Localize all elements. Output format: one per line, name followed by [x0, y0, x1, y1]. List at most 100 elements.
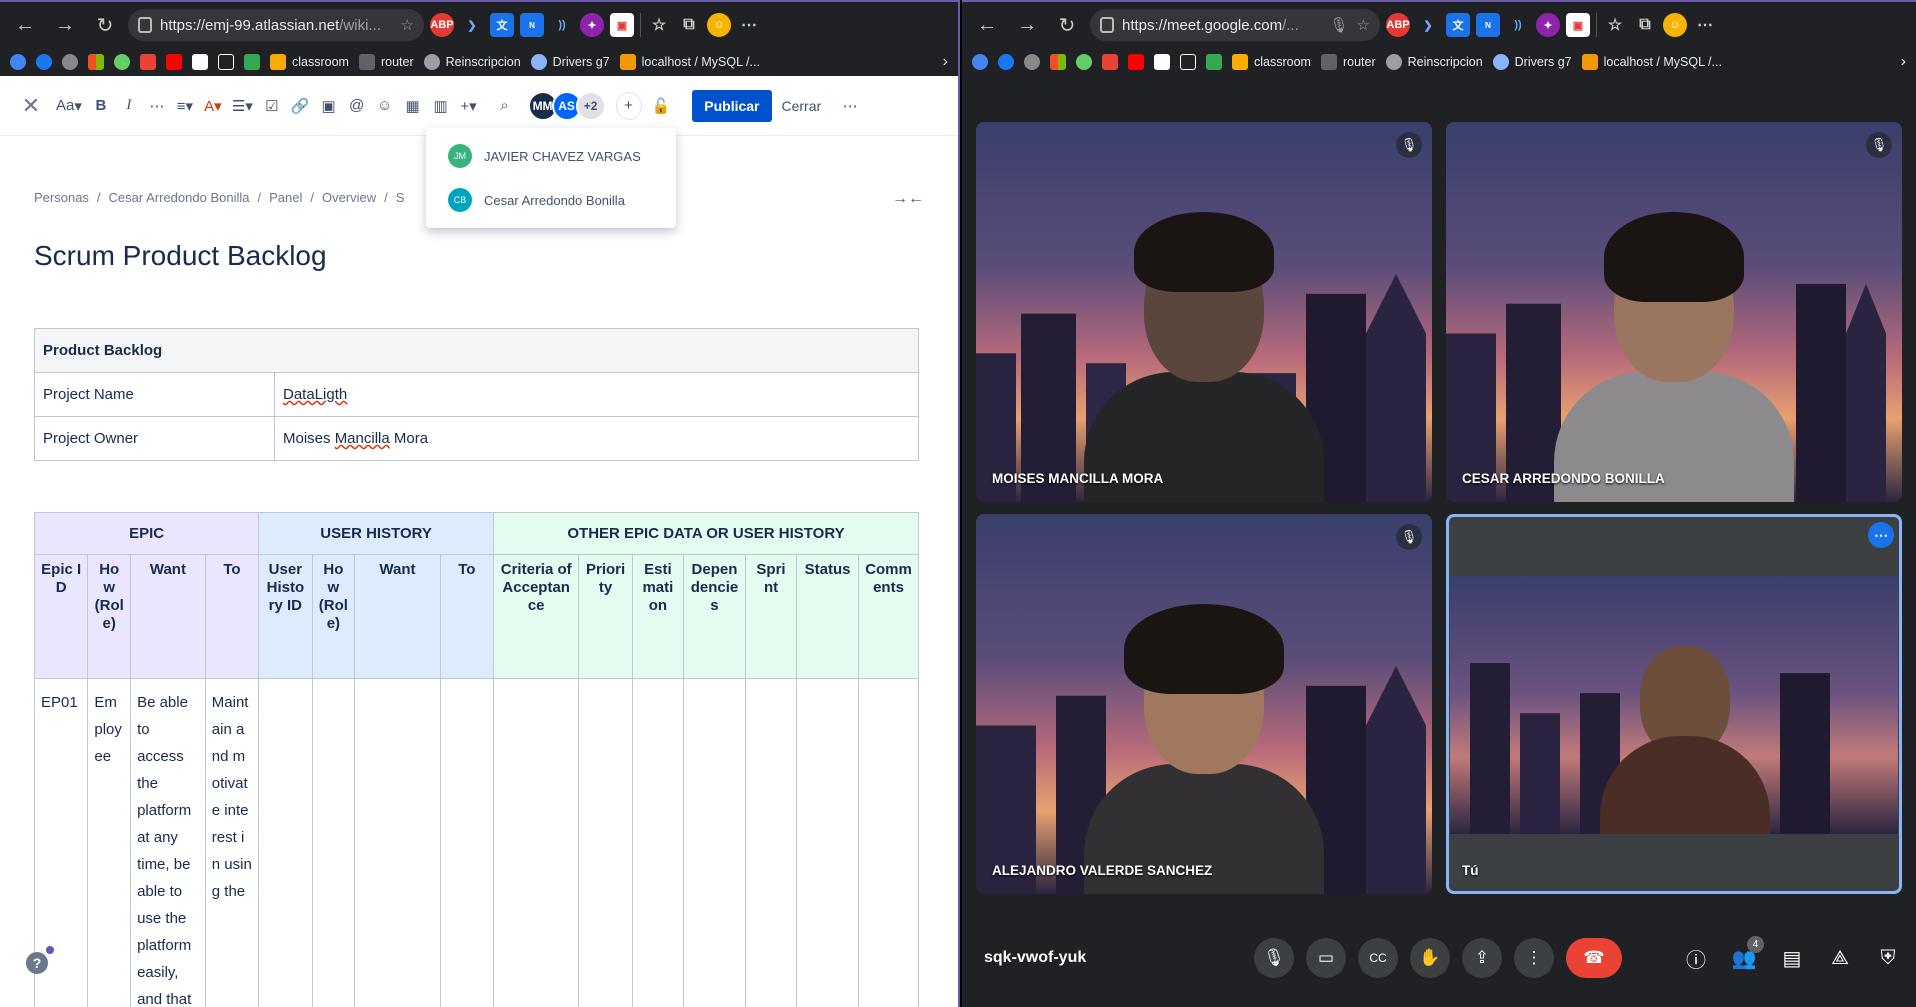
breadcrumb-link[interactable]: Cesar Arredondo Bonilla: [109, 190, 250, 205]
translate-icon[interactable]: 文: [490, 13, 514, 37]
column-header[interactable]: Estimation: [631, 554, 685, 679]
column-header[interactable]: How (Role): [87, 554, 132, 679]
forward-icon[interactable]: →: [1010, 8, 1044, 42]
table-cell[interactable]: [796, 678, 860, 1007]
participant-tile[interactable]: 🎙 ALEJANDRO VALERDE SANCHEZ: [976, 514, 1432, 894]
drive-icon[interactable]: [244, 54, 260, 70]
mention-icon[interactable]: @: [348, 92, 366, 120]
gmail-icon[interactable]: [1102, 54, 1118, 70]
column-header[interactable]: Epic ID: [33, 554, 89, 679]
info-icon[interactable]: ⓘ: [1680, 942, 1712, 974]
translate-icon[interactable]: 文: [1446, 13, 1470, 37]
google-icon[interactable]: [972, 54, 988, 70]
read-aloud-icon[interactable]: )): [1506, 13, 1530, 37]
apple-icon[interactable]: [62, 54, 78, 70]
participant-tile[interactable]: 🎙 CESAR ARREDONDO BONILLA: [1446, 122, 1902, 502]
column-header[interactable]: Comments: [858, 554, 919, 679]
emoji-icon[interactable]: ☺: [376, 92, 394, 120]
collections-icon[interactable]: ⧉: [1633, 13, 1657, 37]
read-aloud-icon[interactable]: )): [550, 13, 574, 37]
task-icon[interactable]: ☑: [263, 92, 281, 120]
back-icon[interactable]: ←: [8, 8, 42, 42]
collaborators[interactable]: MM AS +2: [527, 90, 606, 121]
table-cell[interactable]: [492, 678, 580, 1007]
google-icon[interactable]: [10, 54, 26, 70]
url-bar[interactable]: https://meet.google.com/... 🎙 ☆: [1090, 9, 1380, 41]
microsoft-icon[interactable]: [1050, 54, 1066, 70]
reload-icon[interactable]: ↻: [1050, 8, 1084, 42]
breadcrumb-link[interactable]: Panel: [269, 190, 302, 205]
table-header[interactable]: Product Backlog: [34, 328, 919, 373]
favorites-icon[interactable]: ☆: [647, 13, 671, 37]
bookmark-item[interactable]: Reinscripcion: [423, 54, 521, 70]
menu-dots-icon[interactable]: ⋯: [1693, 13, 1717, 37]
facebook-icon[interactable]: [36, 54, 52, 70]
favorites-icon[interactable]: ☆: [1603, 13, 1627, 37]
table-cell[interactable]: [858, 678, 919, 1007]
page-title[interactable]: Scrum Product Backlog: [34, 240, 327, 272]
host-controls-icon[interactable]: ⛨: [1872, 942, 1904, 974]
reload-icon[interactable]: ↻: [88, 8, 122, 42]
table-cell[interactable]: [354, 678, 441, 1007]
facebook-icon[interactable]: [998, 54, 1014, 70]
column-header[interactable]: To: [439, 554, 495, 679]
power-icon[interactable]: [192, 54, 208, 70]
table-cell[interactable]: DataLigth: [274, 372, 919, 417]
url-bar[interactable]: https://emj-99.atlassian.net/wiki... ☆: [128, 9, 424, 41]
confluence-logo-icon[interactable]: ✕: [16, 92, 46, 120]
table-cell[interactable]: [439, 678, 495, 1007]
collapse-width-icon[interactable]: →←: [892, 190, 924, 208]
microsoft-icon[interactable]: [88, 54, 104, 70]
group-header-epic[interactable]: EPIC: [33, 512, 260, 555]
column-header[interactable]: Criteria of Acceptance: [492, 554, 580, 679]
new-extension-icon[interactable]: N: [1476, 13, 1500, 37]
adblock-icon[interactable]: ABP: [430, 13, 454, 37]
table-cell[interactable]: [258, 678, 313, 1007]
pdf-extension-icon[interactable]: ▣: [1566, 13, 1590, 37]
help-icon[interactable]: ?: [26, 952, 48, 974]
italic-icon[interactable]: I: [120, 92, 138, 120]
youtube-icon[interactable]: [1128, 54, 1144, 70]
align-icon[interactable]: ≡▾: [176, 92, 194, 120]
adblock-icon[interactable]: ABP: [1386, 13, 1410, 37]
image-icon[interactable]: ▣: [320, 92, 338, 120]
extension-badge-icon[interactable]: ✦: [580, 13, 604, 37]
column-header[interactable]: How (Role): [311, 554, 356, 679]
table-cell[interactable]: Maintain and motivate interest in using …: [204, 678, 260, 1007]
more-options-button[interactable]: ⋮: [1514, 938, 1554, 978]
profile-avatar-icon[interactable]: ☺: [1663, 13, 1687, 37]
new-extension-icon[interactable]: N: [520, 13, 544, 37]
power-icon[interactable]: [1154, 54, 1170, 70]
menu-dots-icon[interactable]: ⋯: [737, 13, 761, 37]
column-header[interactable]: Dependencies: [683, 554, 746, 679]
more-collaborators[interactable]: +2: [575, 90, 606, 121]
bookmark-item[interactable]: localhost / MySQL /...: [619, 54, 760, 70]
back-icon[interactable]: ←: [970, 8, 1004, 42]
table-cell[interactable]: [683, 678, 746, 1007]
group-header-user-history[interactable]: USER HISTORY: [258, 512, 494, 555]
activities-icon[interactable]: ⟁: [1824, 942, 1856, 974]
chevron-right-icon[interactable]: ›: [943, 53, 948, 71]
table-cell[interactable]: [744, 678, 798, 1007]
extension-arrow-icon[interactable]: ❯: [1416, 13, 1440, 37]
column-header[interactable]: Priority: [578, 554, 633, 679]
mic-button[interactable]: 🎙: [1254, 938, 1294, 978]
gmail-icon[interactable]: [140, 54, 156, 70]
bold-icon[interactable]: B: [92, 92, 110, 120]
table-cell[interactable]: [578, 678, 633, 1007]
text-color-icon[interactable]: A▾: [204, 92, 222, 120]
drive-icon[interactable]: [1206, 54, 1222, 70]
extension-arrow-icon[interactable]: ❯: [460, 13, 484, 37]
column-header[interactable]: To: [204, 554, 260, 679]
collections-icon[interactable]: ⧉: [677, 13, 701, 37]
more-options-icon[interactable]: ⋯: [841, 92, 859, 120]
chrome-ext-icon[interactable]: [1076, 54, 1092, 70]
p-icon[interactable]: [1180, 54, 1196, 70]
more-format-icon[interactable]: ⋯: [148, 92, 166, 120]
table-cell[interactable]: Moises Mancilla Mora: [274, 416, 919, 461]
people-button[interactable]: 👥 4: [1728, 936, 1764, 974]
table-cell[interactable]: Be able to access the platform at any ti…: [130, 678, 206, 1007]
participant-tile[interactable]: 🎙 MOISES MANCILLA MORA: [976, 122, 1432, 502]
invite-icon[interactable]: +: [615, 91, 642, 120]
search-icon[interactable]: ⌕: [496, 92, 514, 120]
